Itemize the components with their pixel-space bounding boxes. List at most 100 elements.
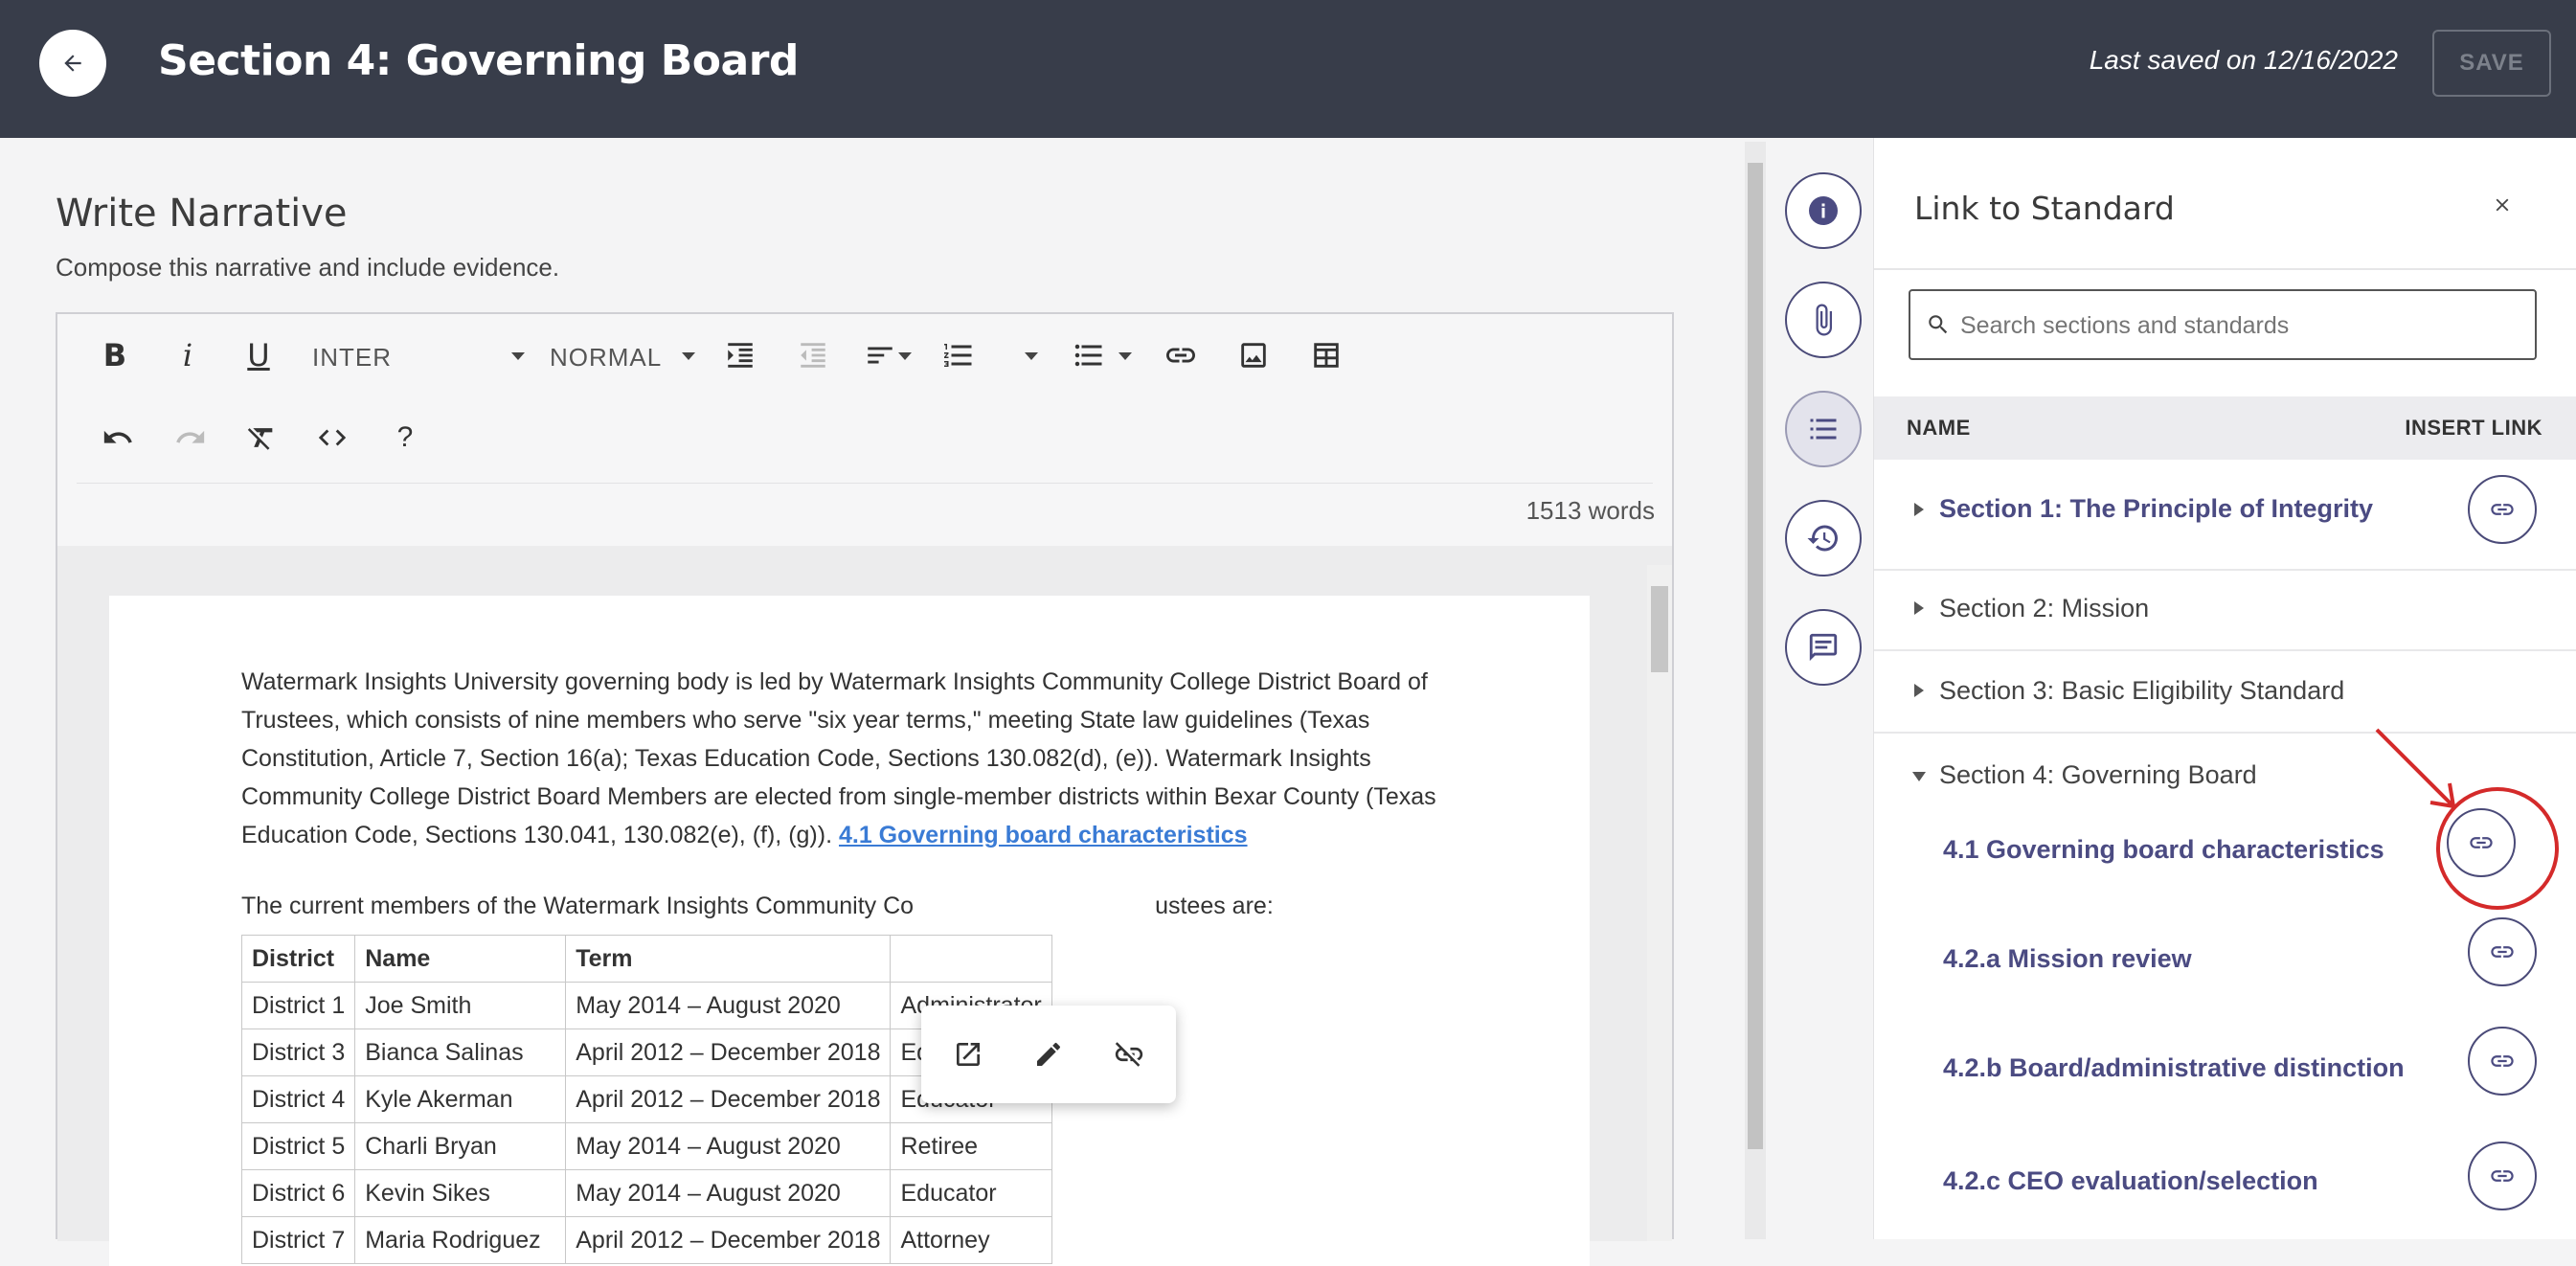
bullet-list-icon [1074, 344, 1102, 367]
table-cell: District 6 [240, 1169, 356, 1217]
page-scrollbar-thumb[interactable] [1748, 163, 1763, 1149]
link-off-icon [1115, 1042, 1143, 1067]
list-item-section-2[interactable]: Section 2: Mission [1874, 571, 2576, 649]
attachments-button[interactable] [1785, 282, 1862, 358]
table-cell: District 1 [240, 982, 356, 1029]
underline-button[interactable]: U [239, 333, 278, 377]
table-cell: May 2014 – August 2020 [565, 1169, 892, 1217]
insert-table-button[interactable] [1304, 333, 1348, 377]
list-item-standard-4-2b[interactable]: 4.2.b Board/administrative distinction [1874, 1025, 2576, 1130]
rich-text-editor: B i U INTER NORMAL ? 1513 words Watermar… [56, 312, 1674, 1266]
document-scrollbar[interactable] [1647, 565, 1672, 1241]
collapse-triangle-icon[interactable] [1912, 772, 1926, 781]
document-scroll-area[interactable]: Watermark Insights University governing … [57, 546, 1672, 1266]
back-button[interactable] [39, 30, 106, 97]
expand-triangle-icon[interactable] [1914, 503, 1924, 516]
list-item-section-3[interactable]: Section 3: Basic Eligibility Standard [1874, 651, 2576, 730]
unlink-button[interactable] [1105, 1030, 1153, 1078]
align-button[interactable] [858, 333, 902, 377]
page-scrollbar[interactable] [1745, 142, 1766, 1239]
insert-link-button[interactable] [2468, 1027, 2537, 1096]
link-icon [2491, 1055, 2514, 1067]
standard-label: 4.2.c CEO evaluation/selection [1943, 1166, 2318, 1195]
narrative-area: Write Narrative Compose this narrative a… [0, 138, 1733, 1266]
indent-button[interactable] [718, 333, 762, 377]
panel-divider [1874, 268, 2576, 270]
insert-link-button[interactable] [2468, 475, 2537, 544]
side-tool-rail [1774, 138, 1873, 1239]
history-button[interactable] [1785, 500, 1862, 576]
table-row: District 6 Kevin Sikes May 2014 – August… [240, 1169, 1052, 1217]
insert-link-button[interactable] [2447, 808, 2516, 877]
insert-image-button[interactable] [1232, 333, 1276, 377]
toolbar-divider [77, 483, 1653, 484]
undo-button[interactable] [96, 416, 140, 460]
insert-link-button[interactable] [2468, 917, 2537, 986]
table-header-cell [890, 935, 1052, 983]
table-cell: Charli Bryan [354, 1122, 567, 1170]
list-item-section-4[interactable]: Section 4: Governing Board [1874, 734, 2576, 810]
close-panel-button[interactable] [2483, 186, 2521, 224]
inserted-standard-link[interactable]: 4.1 Governing board characteristics [839, 822, 1248, 848]
table-row: District 5 Charli Bryan May 2014 – Augus… [240, 1122, 1052, 1170]
font-size-select[interactable]: NORMAL [550, 343, 662, 373]
list-item-standard-4-1[interactable]: 4.1 Governing board characteristics [1874, 808, 2576, 914]
font-family-select[interactable]: INTER [312, 343, 392, 373]
italic-button[interactable]: i [169, 333, 207, 377]
section-label: Section 4: Governing Board [1939, 760, 2257, 789]
bold-button[interactable]: B [96, 333, 134, 377]
table-cell: May 2014 – August 2020 [565, 982, 892, 1029]
info-button[interactable] [1785, 172, 1862, 249]
list-item-standard-4-2c[interactable]: 4.2.c CEO evaluation/selection [1874, 1138, 2576, 1239]
narrative-paragraph[interactable]: Watermark Insights University governing … [241, 663, 1457, 854]
indent-icon [728, 343, 753, 368]
expand-triangle-icon[interactable] [1914, 601, 1924, 615]
save-button[interactable]: SAVE [2432, 30, 2551, 97]
comments-button[interactable] [1785, 609, 1862, 686]
numbered-list-icon [944, 344, 972, 367]
bullet-list-button[interactable] [1067, 333, 1111, 377]
expand-triangle-icon[interactable] [1914, 684, 1924, 697]
panel-title: Link to Standard [1914, 190, 2175, 227]
open-link-button[interactable] [944, 1030, 992, 1078]
edit-link-button[interactable] [1025, 1030, 1073, 1078]
insert-link-button[interactable] [2468, 1142, 2537, 1210]
word-count: 1513 words [1525, 496, 1655, 525]
document-page[interactable]: Watermark Insights University governing … [109, 596, 1590, 1266]
outdent-button[interactable] [791, 333, 835, 377]
numbered-list-button[interactable] [937, 333, 981, 377]
search-input[interactable] [1958, 305, 2523, 347]
section-label: Section 1: The Principle of Integrity [1939, 494, 2374, 523]
link-to-standard-button[interactable] [1785, 391, 1862, 467]
redo-button[interactable] [169, 416, 213, 460]
table-cell: Kyle Akerman [354, 1075, 567, 1123]
page-title: Section 4: Governing Board [158, 36, 799, 85]
narrative-subtitle: Compose this narrative and include evide… [56, 253, 560, 282]
table-icon [1314, 343, 1339, 368]
table-cell: May 2014 – August 2020 [565, 1122, 892, 1170]
editor-toolbar: B i U INTER NORMAL ? [57, 314, 1672, 483]
source-code-button[interactable] [310, 416, 354, 460]
search-icon [1929, 315, 1948, 334]
redo-icon [176, 430, 205, 443]
help-button[interactable]: ? [383, 416, 427, 460]
section-label: Section 3: Basic Eligibility Standard [1939, 676, 2345, 705]
clear-formatting-button[interactable] [239, 416, 283, 460]
table-cell: Bianca Salinas [354, 1029, 567, 1076]
table-cell: April 2012 – December 2018 [565, 1075, 892, 1123]
insert-link-column-header: INSERT LINK [2405, 416, 2542, 440]
standard-label: 4.1 Governing board characteristics [1943, 835, 2384, 864]
name-column-header: NAME [1907, 416, 1971, 440]
list-item-section-1[interactable]: Section 1: The Principle of Integrity [1874, 460, 2576, 559]
table-cell: Attorney [890, 1216, 1052, 1264]
standards-search[interactable] [1909, 289, 2537, 360]
document-scrollbar-thumb[interactable] [1651, 586, 1668, 672]
members-intro-paragraph[interactable]: The current members of the Watermark Ins… [241, 893, 1274, 920]
insert-link-button[interactable] [1159, 333, 1203, 377]
pencil-icon [1037, 1042, 1061, 1066]
code-icon [318, 429, 347, 446]
list-item-standard-4-2a[interactable]: 4.2.a Mission review [1874, 916, 2576, 1021]
narrative-title: Write Narrative [56, 192, 348, 236]
table-cell: April 2012 – December 2018 [565, 1216, 892, 1264]
bullet-list-chevron-down-icon [1119, 352, 1132, 360]
